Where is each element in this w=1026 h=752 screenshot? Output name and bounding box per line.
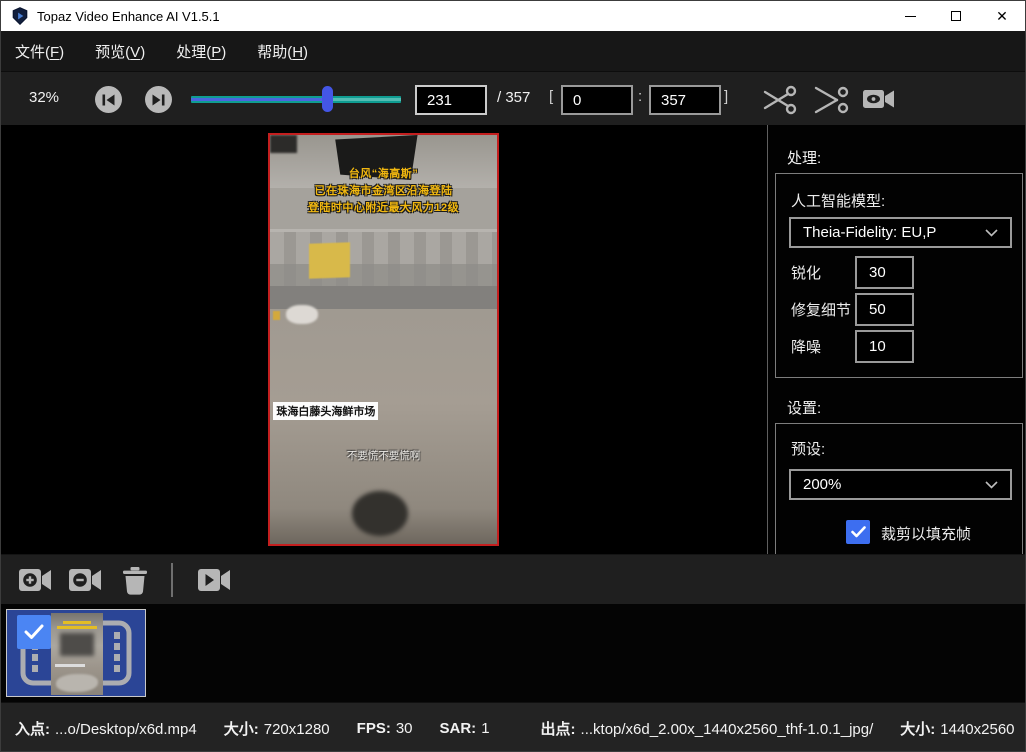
frame-total-label: / 357 (497, 89, 530, 106)
maximize-icon (951, 11, 961, 21)
menubar: 文件(F) 预览(V) 处理(P) 帮助(H) (1, 31, 1025, 72)
process-video-button[interactable] (197, 566, 231, 594)
crop-fill-checkbox[interactable] (846, 520, 870, 544)
settings-heading: 设置: (787, 397, 821, 418)
preset-group: 预设: 200% 裁剪以填充帧 (775, 423, 1023, 554)
close-button[interactable]: ✕ (979, 1, 1025, 31)
checkmark-icon (24, 624, 44, 640)
clip-preview-image (51, 613, 103, 695)
checkmark-icon (851, 526, 866, 538)
status-out-point: 出点:...ktop/x6d_2.00x_1440x2560_thf-1.0.1… (541, 718, 874, 739)
window-title: Topaz Video Enhance AI V1.5.1 (37, 9, 220, 24)
main-area: 台风“海高斯” 已在珠海市金湾区沿海登陆 登陆时中心附近最大风力12级 珠海白藤… (1, 125, 1025, 554)
slider-remainder (327, 98, 401, 101)
sharpen-input[interactable] (855, 256, 914, 289)
skip-to-end-button[interactable] (145, 86, 172, 113)
crop-fill-label[interactable]: 裁剪以填充帧 (881, 523, 971, 544)
preset-dropdown[interactable]: 200% (789, 469, 1012, 500)
ai-model-dropdown[interactable]: Theia-Fidelity: EU,P (789, 217, 1012, 248)
preset-label: 预设: (791, 438, 825, 459)
split-scissors-button[interactable] (813, 85, 849, 115)
toolbar: 32% / 357 [ : ] (1, 72, 1025, 125)
app-window: Topaz Video Enhance AI V1.5.1 ✕ 文件(F) 预览… (0, 0, 1026, 752)
status-sar: SAR:1 (440, 720, 490, 737)
trim-start-input[interactable] (561, 85, 633, 115)
video-caption: 不要慌不要慌啊 (270, 448, 497, 463)
sharpen-label: 锐化 (791, 262, 855, 283)
window-titlebar: Topaz Video Enhance AI V1.5.1 ✕ (1, 1, 1025, 31)
video-corner-shadow (270, 135, 297, 153)
menu-item-process[interactable]: 处理(P) (176, 41, 226, 62)
statusbar: 入点:...o/Desktop/x6d.mp4 大小:720x1280 FPS:… (1, 702, 1025, 752)
denoise-label: 降噪 (791, 336, 855, 357)
current-frame-input[interactable] (415, 85, 487, 115)
maximize-button[interactable] (933, 1, 979, 31)
ai-model-value: Theia-Fidelity: EU,P (803, 224, 936, 241)
video-car (286, 305, 318, 324)
status-fps: FPS:30 (357, 720, 413, 737)
preset-value: 200% (803, 476, 841, 493)
restore-detail-label: 修复细节 (791, 299, 855, 320)
video-taxi-light (273, 311, 280, 320)
video-bridge (270, 229, 497, 290)
delete-clip-button[interactable] (120, 566, 150, 596)
minimize-icon (905, 16, 916, 17)
clip-strip (1, 604, 1025, 702)
status-input-size: 大小:720x1280 (224, 718, 330, 739)
param-row-restore-detail: 修复细节 (791, 293, 1011, 326)
video-location-label: 珠海白藤头海鲜市场 (273, 402, 378, 420)
ai-model-label: 人工智能模型: (791, 190, 885, 211)
skip-to-end-icon (151, 93, 166, 107)
trim-close-bracket: ] (724, 88, 728, 105)
trim-end-input[interactable] (649, 85, 721, 115)
preview-camera-button[interactable] (862, 85, 896, 113)
close-icon: ✕ (996, 9, 1008, 23)
chevron-down-icon (985, 481, 998, 489)
slider-handle[interactable] (322, 86, 333, 112)
status-output-size: 大小:1440x2560 (900, 718, 1014, 739)
clip-thumbnail[interactable] (6, 609, 146, 697)
param-row-sharpen: 锐化 (791, 256, 1011, 289)
settings-panel: 处理: 人工智能模型: Theia-Fidelity: EU,P 锐化 修复细节… (767, 125, 1025, 554)
menu-item-preview[interactable]: 预览(V) (95, 41, 145, 62)
skip-to-start-button[interactable] (95, 86, 122, 113)
menu-item-file[interactable]: 文件(F) (15, 41, 64, 62)
menu-item-help[interactable]: 帮助(H) (257, 41, 308, 62)
status-in-point: 入点:...o/Desktop/x6d.mp4 (15, 718, 197, 739)
video-dark-blob (352, 491, 409, 536)
slider-progress (191, 98, 327, 101)
video-yellow-sign (309, 243, 350, 279)
trim-separator: : (638, 88, 642, 105)
video-preview: 台风“海高斯” 已在珠海市金湾区沿海登陆 登陆时中心附近最大风力12级 珠海白藤… (268, 133, 499, 546)
remove-video-button[interactable] (68, 566, 102, 594)
minimize-button[interactable] (887, 1, 933, 31)
param-row-denoise: 降噪 (791, 330, 1011, 363)
trim-open-bracket: [ (549, 88, 553, 105)
denoise-input[interactable] (855, 330, 914, 363)
zoom-level: 32% (29, 89, 59, 106)
toolbar-divider (171, 563, 173, 597)
app-logo-icon (11, 7, 29, 25)
timeline-slider[interactable] (191, 86, 401, 112)
cut-scissors-button[interactable] (762, 85, 798, 115)
skip-to-start-icon (101, 93, 116, 107)
video-title-overlay: 台风“海高斯” 已在珠海市金湾区沿海登陆 登陆时中心附近最大风力12级 (270, 166, 497, 217)
restore-detail-input[interactable] (855, 293, 914, 326)
add-video-button[interactable] (18, 566, 52, 594)
clip-checkbox[interactable] (17, 615, 51, 649)
clip-toolbar (1, 554, 1025, 604)
ai-model-group: 人工智能模型: Theia-Fidelity: EU,P 锐化 修复细节 降噪 (775, 173, 1023, 378)
chevron-down-icon (985, 229, 998, 237)
processing-heading: 处理: (787, 147, 821, 168)
